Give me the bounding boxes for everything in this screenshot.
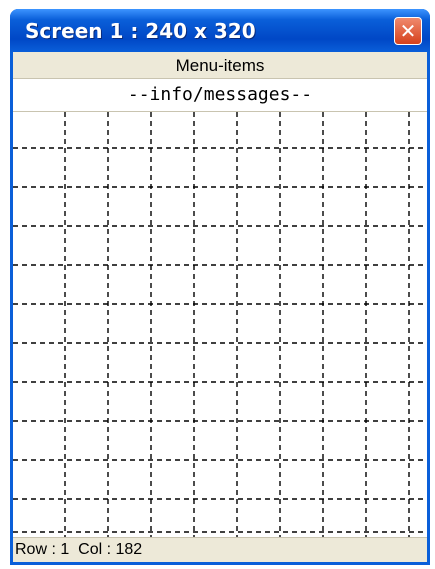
- window-title: Screen 1 : 240 x 320: [25, 19, 256, 43]
- close-button[interactable]: ✕: [394, 17, 422, 45]
- info-messages-bar: --info/messages--: [13, 79, 427, 112]
- window-client-area: Menu-items --info/messages-- Row : 1 Col…: [13, 52, 427, 562]
- character-grid[interactable]: [13, 112, 427, 537]
- close-icon: ✕: [399, 19, 417, 43]
- row-label: Row :: [15, 541, 61, 558]
- screen-window: Screen 1 : 240 x 320 ✕ Menu-items --info…: [10, 9, 430, 565]
- title-bar[interactable]: Screen 1 : 240 x 320 ✕: [10, 9, 430, 52]
- col-value: 182: [115, 541, 143, 558]
- col-label: Col :: [69, 541, 116, 558]
- row-value: 1: [60, 541, 70, 558]
- status-bar: Row : 1 Col : 182: [13, 537, 427, 562]
- grid-canvas[interactable]: [13, 112, 427, 537]
- menu-items-bar[interactable]: Menu-items: [13, 52, 427, 79]
